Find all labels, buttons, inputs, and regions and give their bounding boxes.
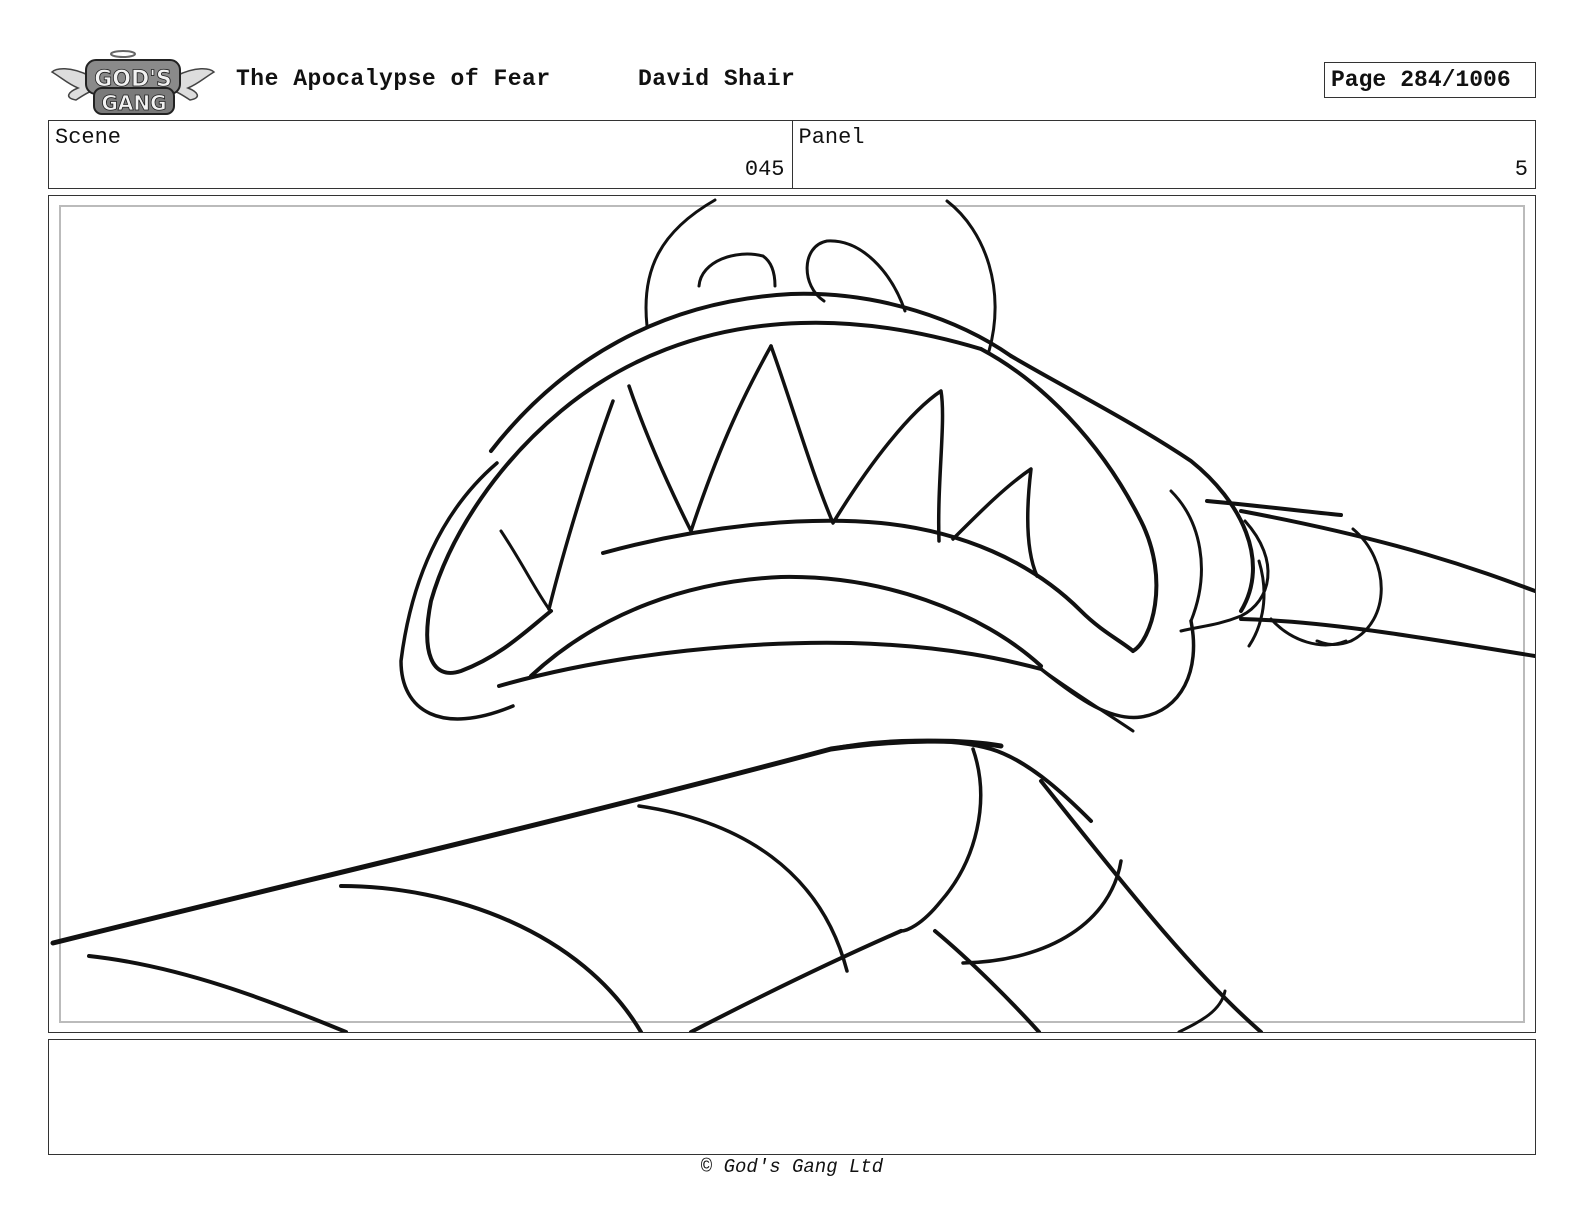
panel-label: Panel [798,125,865,150]
panel-number: 5 [1514,157,1528,182]
storyboard-panel [48,195,1536,1033]
scene-label: Scene [55,125,122,150]
panel-sketch [50,198,1535,1032]
svg-text:GOD'S: GOD'S [94,67,172,92]
copyright-footer: © God's Gang Ltd [700,1156,884,1178]
scene-number: 045 [744,157,785,182]
page-label: Page [1331,67,1387,93]
svg-text:GANG: GANG [101,91,166,115]
page-indicator: Page 284/1006 [1324,62,1536,98]
page-number: 284/1006 [1400,67,1511,93]
panel-notes-box [48,1039,1536,1155]
panel-cell: Panel 5 [791,121,1536,188]
story-title: The Apocalypse of Fear [236,66,551,92]
gods-gang-logo: GOD'S GANG [50,48,216,116]
scene-panel-row: Scene 045 Panel 5 [48,120,1536,189]
scene-cell: Scene 045 [49,121,792,188]
author-name: David Shair [638,66,796,92]
